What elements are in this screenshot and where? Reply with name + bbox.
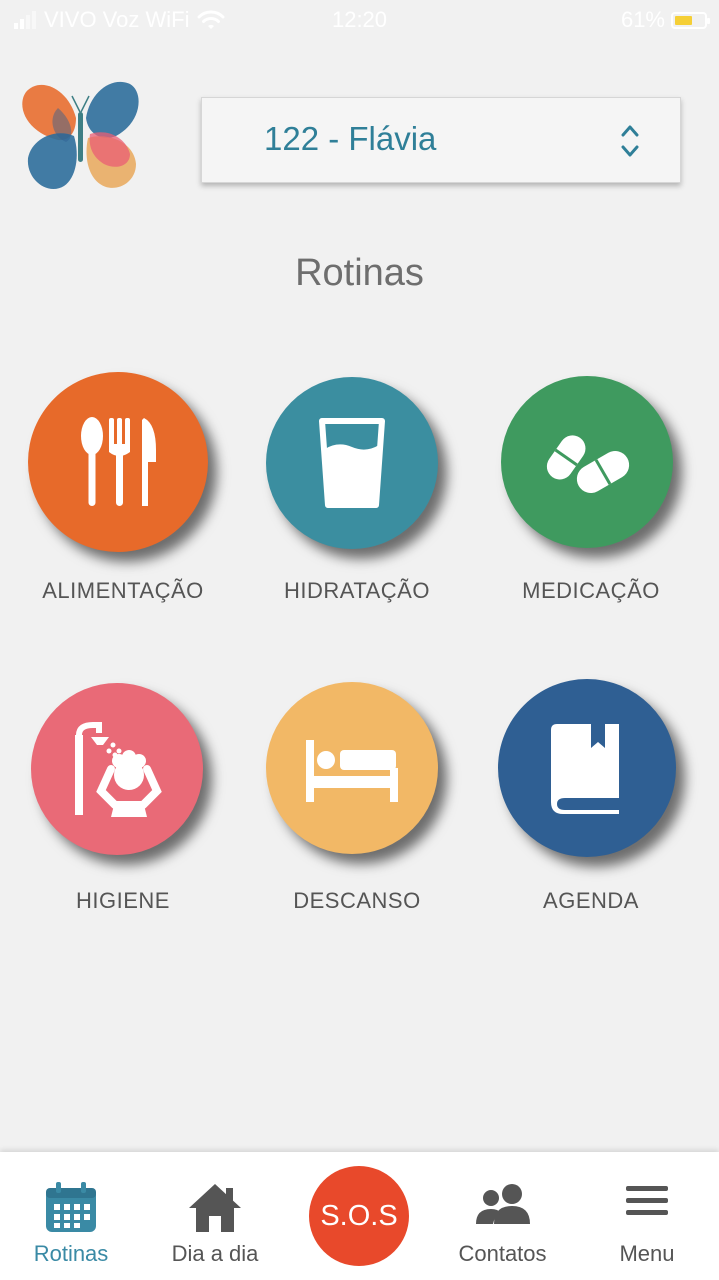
page-title: Rotinas (295, 252, 424, 294)
routine-agenda-circle (498, 679, 676, 857)
routine-alimentacao-circle (28, 372, 208, 552)
nav-rotinas-label: Rotinas (33, 1241, 109, 1266)
glass-of-water-icon (319, 418, 385, 508)
nav-dia-a-dia-label: Dia a dia (171, 1241, 259, 1266)
routine-agenda[interactable]: AGENDA (486, 679, 696, 920)
home-icon (189, 1184, 241, 1232)
utensils-icon (81, 417, 156, 506)
status-bar: VIVO Voz WiFi 12:20 61% (0, 0, 719, 40)
routine-medicacao-label: MEDICAÇÃO (522, 578, 660, 603)
nav-dia-a-dia[interactable]: Dia a dia (159, 1152, 271, 1280)
bed-icon (306, 740, 398, 802)
routine-higiene[interactable]: HIGIENE (18, 680, 228, 920)
book-icon (551, 724, 619, 814)
shower-icon (75, 722, 162, 817)
routine-higiene-circle (31, 683, 203, 855)
routine-descanso-label: DESCANSO (293, 888, 421, 913)
chevron-up-down-icon (621, 125, 639, 157)
routine-hidratacao-label: HIDRATAÇÃO (284, 578, 430, 603)
nav-contatos-label: Contatos (458, 1241, 547, 1266)
routine-agenda-label: AGENDA (543, 888, 639, 913)
routine-hidratacao-circle (266, 377, 438, 549)
routine-descanso-circle (266, 682, 438, 854)
routine-hidratacao[interactable]: HIDRATAÇÃO (252, 370, 462, 610)
nav-menu-label: Menu (619, 1241, 675, 1266)
battery-percent: 61% (620, 7, 665, 32)
battery-icon (671, 11, 710, 29)
patient-selector[interactable]: 122 - Flávia (201, 97, 681, 183)
clock: 12:20 (331, 7, 388, 32)
routine-alimentacao-label: ALIMENTAÇÃO (42, 578, 204, 603)
sos-button[interactable]: S.O.S (309, 1166, 409, 1266)
routine-descanso[interactable]: DESCANSO (252, 680, 462, 920)
nav-rotinas[interactable]: Rotinas (15, 1152, 127, 1280)
butterfly-logo (22, 81, 139, 190)
nav-contatos[interactable]: Contatos (445, 1152, 560, 1280)
routine-medicacao[interactable]: MEDICAÇÃO (486, 370, 696, 610)
pills-icon (546, 435, 630, 493)
calendar-icon (46, 1182, 96, 1232)
routine-medicacao-circle (501, 376, 673, 548)
routine-alimentacao[interactable]: ALIMENTAÇÃO (18, 370, 228, 610)
nav-menu[interactable]: Menu (592, 1152, 702, 1280)
hamburger-menu-icon (626, 1186, 668, 1215)
routine-higiene-label: HIGIENE (76, 888, 170, 913)
patient-selector-value: 122 - Flávia (264, 120, 437, 157)
contacts-icon (475, 1184, 530, 1224)
status-right: 61% (620, 7, 710, 33)
battery-level (675, 15, 693, 25)
bottom-navigation: Rotinas Dia a dia S.O.S Contatos Menu (0, 1152, 719, 1280)
